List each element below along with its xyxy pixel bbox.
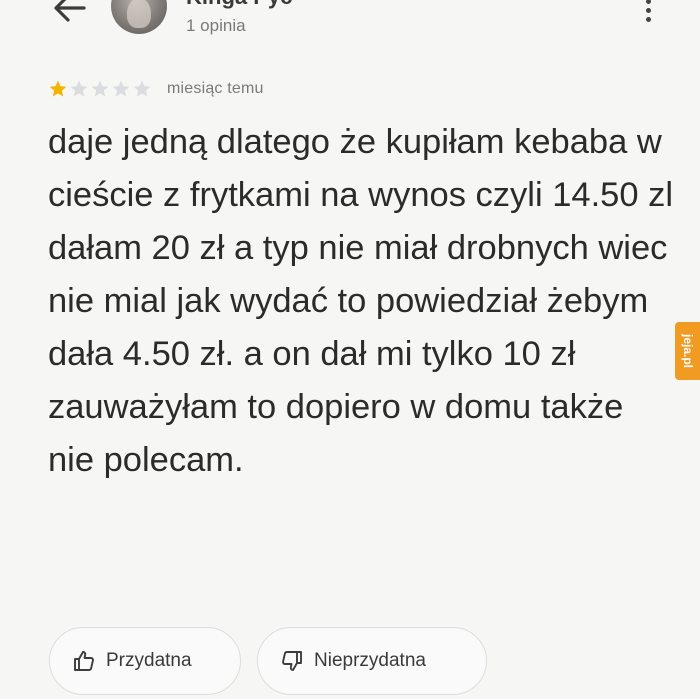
more-options-button[interactable] xyxy=(638,0,658,26)
helpful-button[interactable]: Przydatna xyxy=(49,627,241,695)
avatar[interactable] xyxy=(111,0,167,34)
jeja-watermark: jeja.pl xyxy=(675,322,700,380)
star-empty-icon xyxy=(133,80,151,97)
arrow-left-icon xyxy=(54,0,86,22)
star-filled-icon xyxy=(49,80,67,97)
thumbs-up-icon xyxy=(74,651,94,671)
review-time: miesiąc temu xyxy=(167,80,264,97)
review-header: Kinga Pyć 1 opinia xyxy=(0,0,700,50)
thumbs-down-icon xyxy=(282,651,302,671)
star-rating xyxy=(48,79,153,99)
star-empty-icon xyxy=(112,80,130,97)
author-name[interactable]: Kinga Pyć xyxy=(186,0,292,10)
review-text: daje jedną dlatego że kupiłam kebaba w c… xyxy=(48,123,674,479)
review-count: 1 opinia xyxy=(186,16,246,35)
watermark-text: jeja.pl xyxy=(680,333,695,369)
helpful-label: Przydatna xyxy=(106,650,192,671)
review-actions: Przydatna Nieprzydatna xyxy=(49,627,503,695)
unhelpful-button[interactable]: Nieprzydatna xyxy=(257,627,487,695)
star-empty-icon xyxy=(91,80,109,97)
unhelpful-label: Nieprzydatna xyxy=(314,650,426,671)
more-vertical-icon xyxy=(638,0,658,22)
rating-row: miesiąc temu xyxy=(48,77,264,101)
back-button[interactable] xyxy=(48,0,92,26)
star-empty-icon xyxy=(70,80,88,97)
